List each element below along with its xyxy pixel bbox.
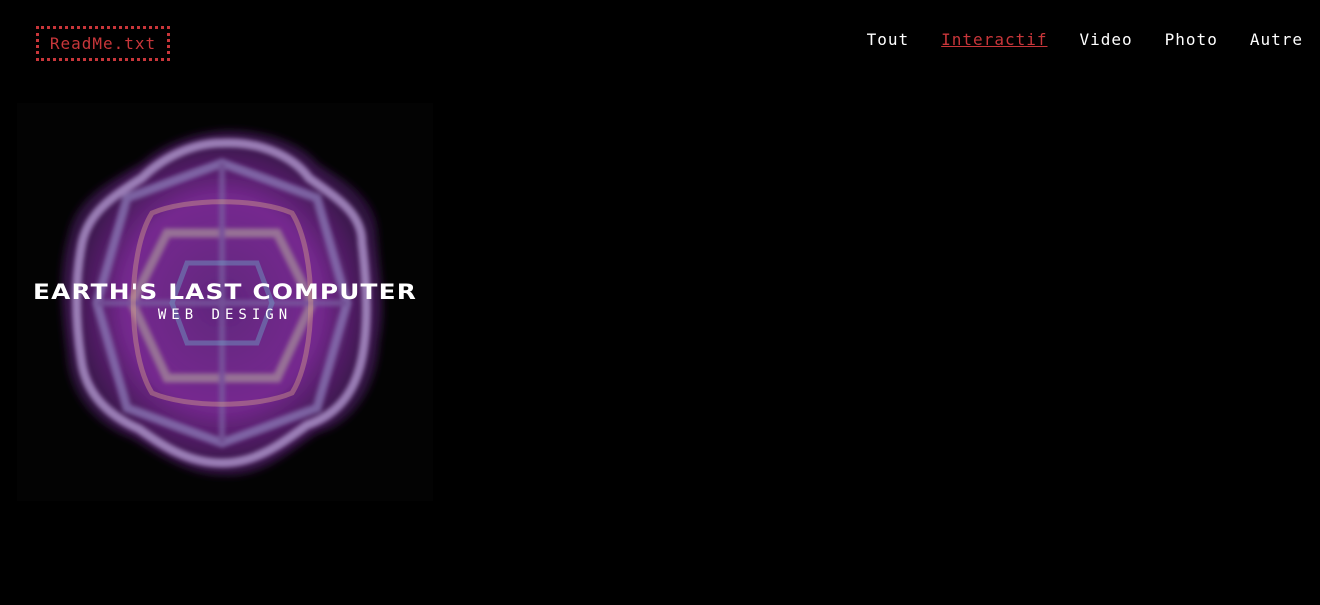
project-category: WEB DESIGN — [157, 307, 293, 323]
nav-item-tout[interactable]: Tout — [867, 30, 910, 49]
nav-item-autre[interactable]: Autre — [1250, 30, 1303, 49]
category-nav: Tout Interactif Video Photo Autre — [867, 30, 1303, 49]
project-card[interactable]: EARTH'S LAST COMPUTER WEB DESIGN — [17, 103, 433, 501]
project-title: EARTH'S LAST COMPUTER — [32, 280, 418, 304]
nav-item-interactif[interactable]: Interactif — [941, 30, 1047, 49]
nav-item-video[interactable]: Video — [1079, 30, 1132, 49]
nav-item-photo[interactable]: Photo — [1165, 30, 1218, 49]
readme-logo-link[interactable]: ReadMe.txt — [36, 26, 170, 61]
page: ReadMe.txt Tout Interactif Video Photo A… — [0, 0, 1320, 605]
